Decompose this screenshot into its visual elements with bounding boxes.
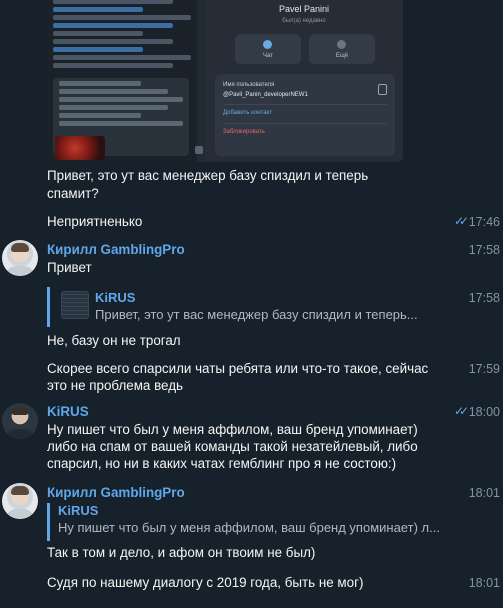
copy-icon xyxy=(378,84,387,95)
message-time: 18:01 xyxy=(468,486,500,500)
reply-author: KiRUS xyxy=(95,290,136,305)
message-time: 18:01 xyxy=(468,576,500,590)
message-text: Не, базу он не трогал xyxy=(47,333,181,348)
screenshot-more-button: Ещё xyxy=(309,34,375,64)
message-time: 17:46 xyxy=(468,215,500,229)
double-check-icon: ✓✓ xyxy=(454,404,469,418)
add-contact-link: Добавить контакт xyxy=(223,110,272,116)
reply-text: Ну пишет что был у меня аффилом, ваш бре… xyxy=(58,520,440,535)
message-text: Привет xyxy=(47,260,92,275)
forwarded-screenshot[interactable]: Pavel Panini был(а) недавно Чат Ещё Имя … xyxy=(47,0,403,162)
message-text: это не проблема ведь xyxy=(47,378,184,393)
screenshot-chat-pane xyxy=(47,0,197,162)
block-link: Заблокировать xyxy=(223,129,265,135)
screenshot-thumbnail xyxy=(55,136,105,160)
avatar[interactable] xyxy=(2,483,38,519)
reply-thumbnail xyxy=(61,291,89,319)
message-time: 17:59 xyxy=(468,362,500,376)
chat-history: Pavel Panini был(а) недавно Чат Ещё Имя … xyxy=(0,0,503,608)
reply-quote[interactable]: KiRUS Ну пишет что был у меня аффилом, в… xyxy=(47,503,440,541)
more-icon xyxy=(337,40,346,49)
screenshot-scroll-button xyxy=(195,146,203,154)
message-time: 17:58 xyxy=(468,243,500,257)
username-label: Имя пользователя xyxy=(223,82,275,88)
message-text: либо на спам от вашей команды такой неза… xyxy=(47,439,418,454)
chat-icon xyxy=(263,40,272,49)
message-text: спамит? xyxy=(47,186,99,201)
message-text: Ну пишет что был у меня аффилом, ваш бре… xyxy=(47,422,418,437)
message-text: Судя по нашему диалогу с 2019 года, быть… xyxy=(47,575,364,590)
message-text: спарсил, но ни в каких чатах гемблинг пр… xyxy=(47,456,397,471)
username-value: @Pavil_Panin_developerNEW1 xyxy=(223,92,308,98)
reply-text: Привет, это ут вас менеджер базу спиздил… xyxy=(95,307,418,322)
screenshot-profile-status: был(а) недавно xyxy=(282,18,326,24)
sender-name[interactable]: KiRUS xyxy=(47,404,89,419)
message-text: Привет, это ут вас менеджер базу спиздил… xyxy=(47,168,369,183)
message-text: Скорее всего спарсили чаты ребята или чт… xyxy=(47,361,429,376)
reply-author: KiRUS xyxy=(58,503,99,518)
screenshot-chat-button: Чат xyxy=(235,34,301,64)
screenshot-profile-name: Pavel Panini xyxy=(278,4,330,14)
reply-quote[interactable]: KiRUS Привет, это ут вас менеджер базу с… xyxy=(47,287,418,327)
message-time: 17:58 xyxy=(468,291,500,305)
sender-name[interactable]: Кирилл GamblingPro xyxy=(47,485,185,500)
sender-name[interactable]: Кирилл GamblingPro xyxy=(47,242,185,257)
avatar[interactable] xyxy=(2,403,38,439)
screenshot-user-info: Имя пользователя @Pavil_Panin_developerN… xyxy=(215,74,395,156)
double-check-icon: ✓✓ xyxy=(454,214,469,228)
screenshot-profile-pane: Pavel Panini был(а) недавно Чат Ещё Имя … xyxy=(205,0,403,162)
message-text: Так в том и дело, и афом он твоим не был… xyxy=(47,545,316,560)
message-time: 18:00 xyxy=(468,405,500,419)
avatar[interactable] xyxy=(2,240,38,276)
message-text: Неприятненько xyxy=(47,214,143,229)
